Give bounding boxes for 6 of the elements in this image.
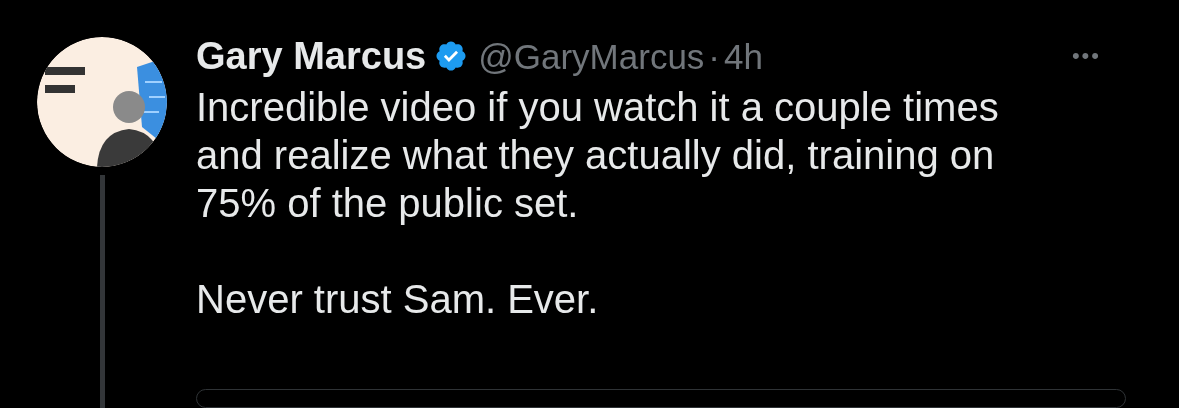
timestamp[interactable]: 4h [724,38,763,74]
more-button[interactable]: ••• [1071,45,1101,67]
author-handle[interactable]: @GaryMarcus [478,38,705,74]
author-name[interactable]: Gary Marcus [196,37,427,75]
tweet-text: Incredible video if you watch it a couple times and realize what they actually did, training on 75% of the public set. Never trust Sam. Ever. [196,84,1000,323]
separator: · [708,38,720,74]
